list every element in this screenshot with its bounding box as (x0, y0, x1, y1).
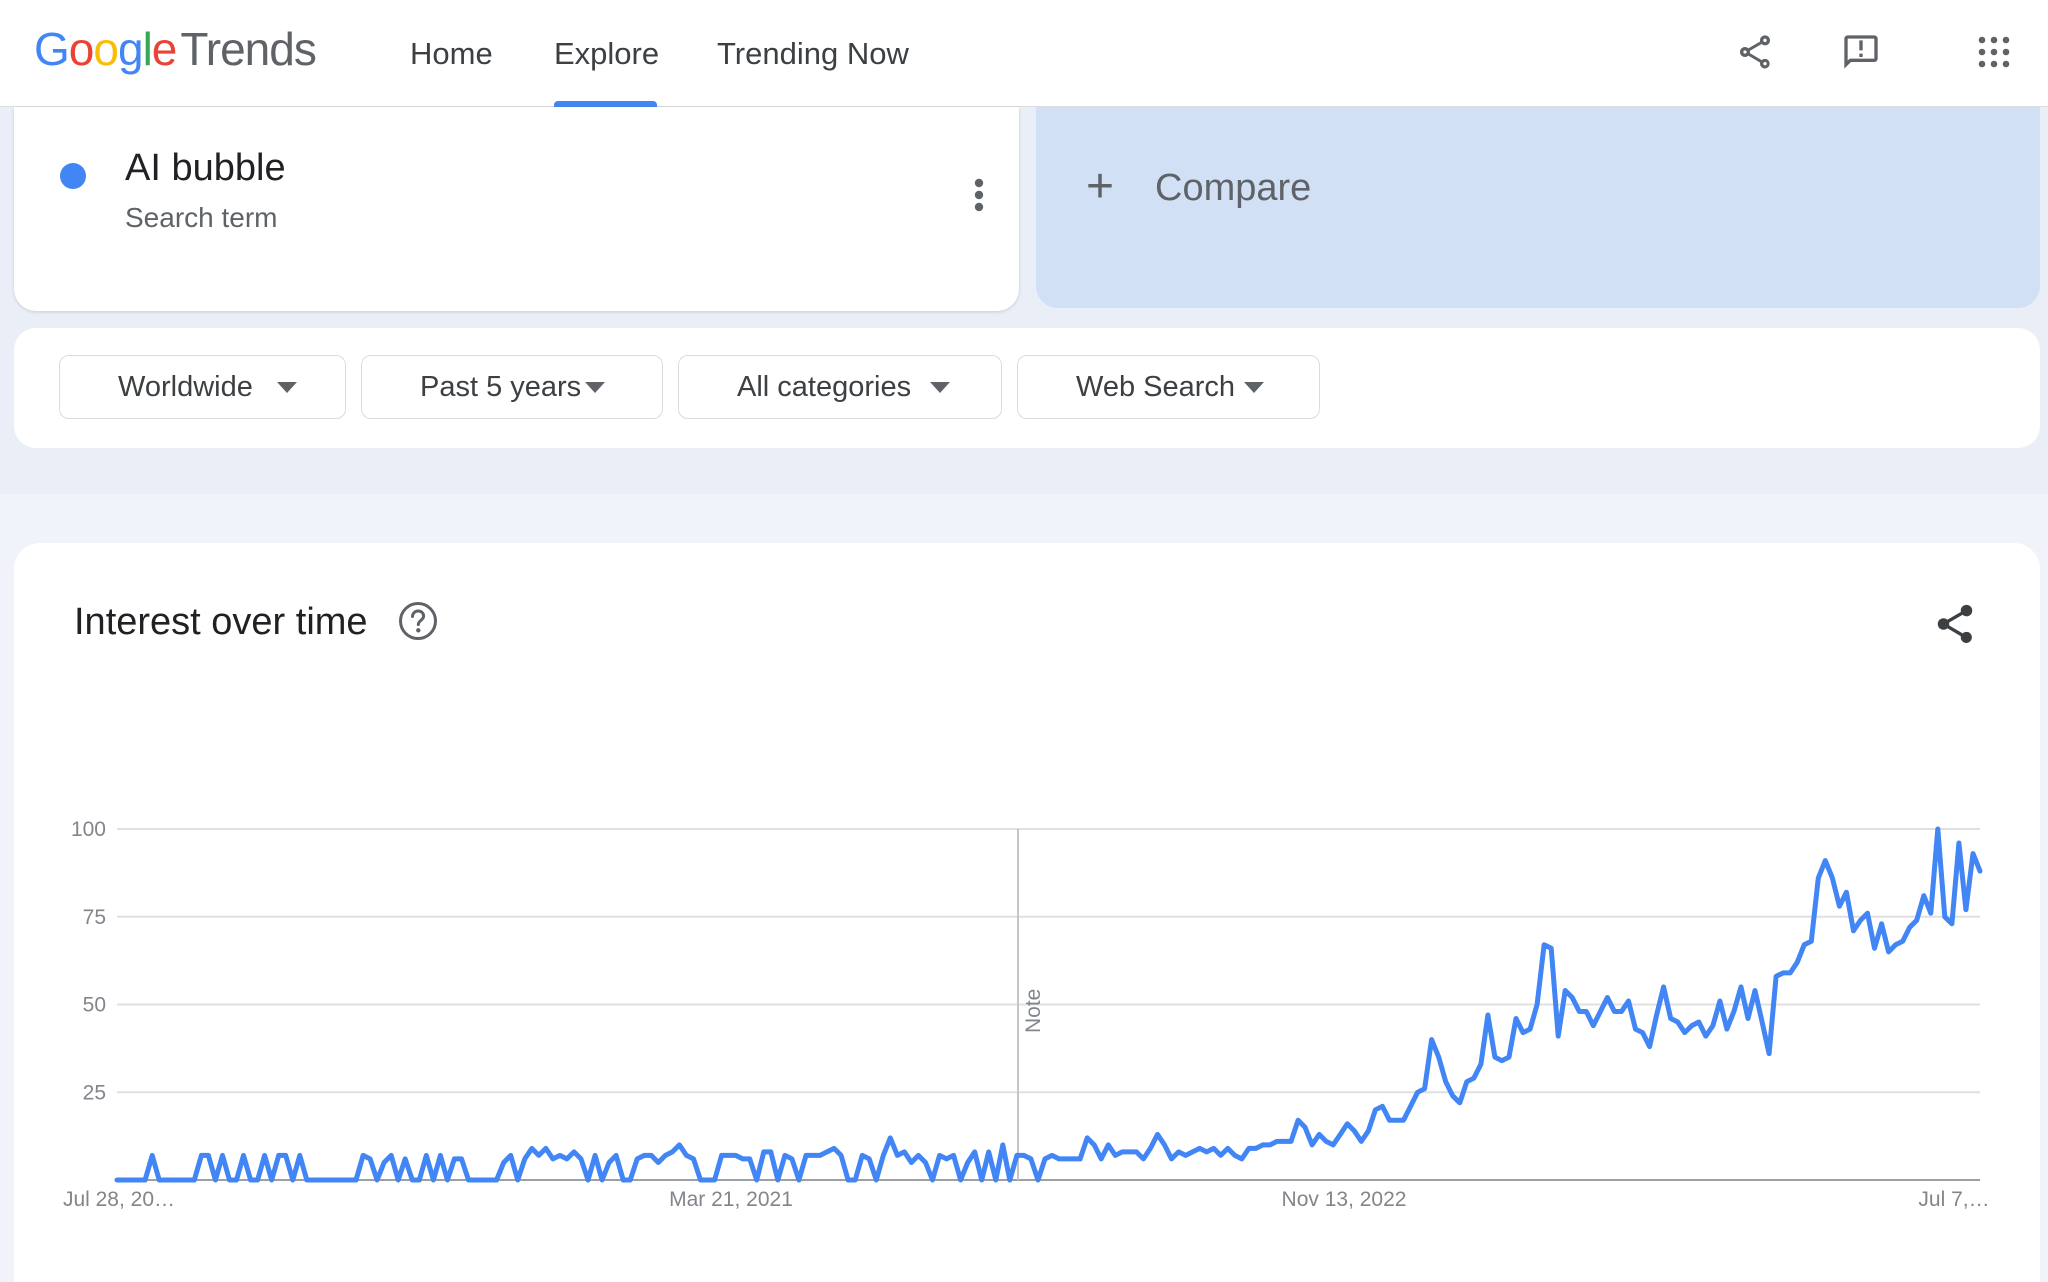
nav-explore[interactable]: Explore (554, 0, 659, 107)
dropdown-arrow-icon (585, 382, 605, 393)
filter-time-range[interactable]: Past 5 years (361, 355, 663, 419)
y-tick-label: 100 (71, 818, 106, 841)
filter-category[interactable]: All categories (678, 355, 1002, 419)
compare-button[interactable]: + Compare (1036, 107, 2040, 308)
y-tick-label: 50 (83, 994, 106, 1017)
dropdown-arrow-icon (1244, 382, 1264, 393)
search-term-card[interactable]: AI bubble Search term (14, 107, 1019, 311)
y-tick-label: 75 (83, 906, 106, 929)
top-app-bar: GoogleTrends Home Explore Trending Now (0, 0, 2048, 108)
compare-label: Compare (1155, 167, 1312, 209)
search-term-type: Search term (125, 202, 278, 233)
interest-line-chart[interactable]: Note 25 50 75 100 Jul 28, 20… Mar 21, 2021 No… (14, 543, 2040, 1282)
plus-icon: + (1086, 160, 1115, 213)
x-tick-label: Mar 21, 2021 (669, 1188, 793, 1211)
dropdown-arrow-icon (277, 382, 297, 393)
feedback-icon[interactable] (1833, 24, 1889, 80)
google-trends-logo[interactable]: GoogleTrends (34, 22, 317, 76)
filter-search-type-label: Web Search (1076, 370, 1236, 403)
filter-location[interactable]: Worldwide (59, 355, 346, 419)
filters-bar: Worldwide Past 5 years All categories We… (14, 328, 2040, 448)
x-tick-label: Jul 7,… (1918, 1188, 1989, 1211)
search-term-name[interactable]: AI bubble (125, 147, 286, 190)
term-color-dot (60, 163, 86, 189)
x-tick-label: Nov 13, 2022 (1282, 1188, 1407, 1211)
filter-time-range-label: Past 5 years (420, 370, 582, 403)
nav-home[interactable]: Home (410, 0, 493, 107)
share-icon[interactable] (1727, 24, 1783, 80)
filter-search-type[interactable]: Web Search (1017, 355, 1320, 419)
x-tick-label: Jul 28, 20… (63, 1188, 175, 1211)
interest-over-time-card: Interest over time Note 25 50 75 100 Jul 28… (14, 543, 2040, 1282)
more-options-icon[interactable] (954, 167, 1004, 223)
apps-grid-icon[interactable] (1966, 24, 2022, 80)
y-tick-label: 25 (83, 1081, 106, 1104)
dropdown-arrow-icon (930, 382, 950, 393)
filter-category-label: All categories (737, 370, 912, 403)
logo-google-text: Google (34, 23, 177, 75)
note-marker-label[interactable]: Note (1022, 989, 1045, 1033)
nav-trending-now[interactable]: Trending Now (717, 0, 909, 107)
filter-location-label: Worldwide (118, 370, 253, 403)
logo-trends-text: Trends (180, 23, 316, 75)
